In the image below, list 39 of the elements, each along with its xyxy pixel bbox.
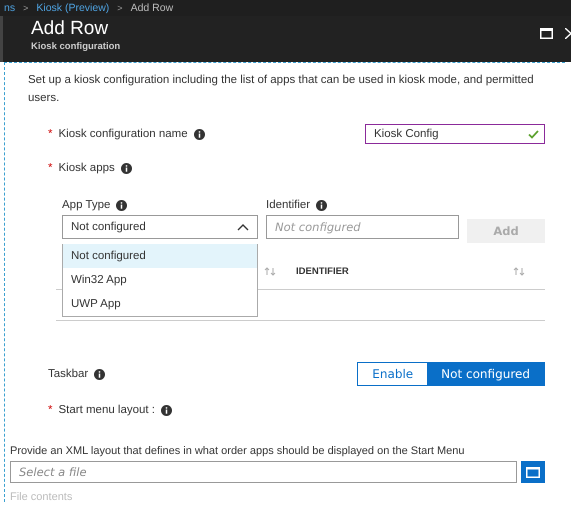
chevron-icon	[237, 224, 249, 230]
info-icon[interactable]	[316, 200, 328, 210]
dropdown-option[interactable]: UWP App	[63, 292, 257, 316]
toggle-option[interactable]: Not configured	[427, 363, 544, 385]
folder-icon	[526, 466, 540, 478]
required-mark: *	[48, 128, 52, 140]
maximize-icon[interactable]	[540, 28, 553, 39]
field-label: Identifier	[266, 199, 310, 211]
required-mark: *	[48, 404, 52, 416]
column-header[interactable]: IDENTIFIER	[296, 266, 513, 276]
field-label: File contents	[10, 491, 74, 503]
name-field[interactable]: Kiosk Config	[365, 124, 545, 144]
required-mark: *	[48, 162, 52, 174]
field-label: App Type	[62, 199, 110, 211]
dropdown-option[interactable]: Win32 App	[63, 268, 257, 292]
breadcrumb-link[interactable]: Kiosk (Preview)	[36, 2, 110, 14]
identifier-field[interactable]: Not configured	[266, 215, 459, 239]
info-icon[interactable]	[116, 200, 128, 210]
breadcrumb-separator: >	[23, 3, 28, 13]
dropdown-option[interactable]: Not configured	[63, 244, 257, 268]
breadcrumb-link[interactable]: ns	[4, 2, 16, 14]
file-field[interactable]: Select a file	[10, 461, 517, 483]
info-icon[interactable]	[94, 368, 106, 380]
hint-text: Provide an XML layout that defines in what order apps should be displayed on the Start Menu	[10, 445, 466, 457]
breadcrumb-separator: >	[117, 3, 123, 13]
description-text: Set up a kiosk configuration including the list of apps that can be used in kiosk mode, and permitted users.	[28, 73, 535, 106]
field-label: Taskbar	[48, 368, 88, 380]
info-icon[interactable]	[194, 128, 205, 140]
close-icon[interactable]	[565, 28, 571, 39]
info-icon[interactable]	[161, 404, 172, 416]
browse-button[interactable]	[521, 461, 545, 483]
field-label: Kiosk apps	[58, 162, 115, 174]
blade-subtitle: Kiosk configuration	[31, 41, 120, 52]
info-icon[interactable]	[120, 162, 132, 174]
field-label: Start menu layout :	[58, 404, 156, 416]
blade-title: Add Row	[31, 18, 110, 40]
app-type-dropdown[interactable]: Not configured	[62, 215, 258, 239]
breadcrumb-current: Add Row	[130, 2, 174, 14]
field-label: Kiosk configuration name	[58, 128, 188, 140]
